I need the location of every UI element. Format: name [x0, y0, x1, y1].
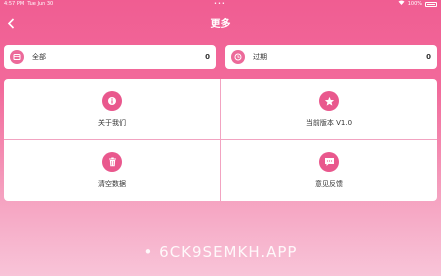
- status-time: 4:57 PM Tue Jun 30: [4, 1, 54, 7]
- trash-icon: [102, 152, 122, 172]
- menu-about-us[interactable]: 关于我们: [4, 79, 220, 140]
- watermark-text: • 6CK9SEMKH.APP: [143, 243, 298, 261]
- menu-grid: 关于我们 当前版本 V1.0 清空数据 意见反馈: [4, 79, 437, 201]
- card-expired-label: 过期: [253, 53, 267, 61]
- card-all-count: 0: [205, 53, 210, 61]
- battery-icon: [425, 1, 437, 7]
- chat-icon: [319, 152, 339, 172]
- menu-clear-data-label: 清空数据: [98, 180, 126, 188]
- card-expired-count: 0: [426, 53, 431, 61]
- card-expired[interactable]: 过期 0: [225, 45, 437, 69]
- clock-icon: [231, 50, 245, 64]
- back-button[interactable]: [4, 12, 18, 34]
- wifi-icon: [398, 0, 405, 8]
- battery-percent: 100%: [407, 1, 422, 7]
- menu-clear-data[interactable]: 清空数据: [4, 140, 220, 201]
- menu-feedback[interactable]: 意见反馈: [221, 140, 437, 201]
- card-all-label: 全部: [32, 53, 46, 61]
- status-right: 100%: [398, 0, 437, 8]
- info-icon: [102, 91, 122, 111]
- star-icon: [319, 91, 339, 111]
- status-dots: •••: [214, 1, 226, 7]
- all-icon: [10, 50, 24, 64]
- status-bar: 4:57 PM Tue Jun 30 ••• 100%: [0, 0, 441, 8]
- page-title: 更多: [210, 19, 231, 30]
- menu-version[interactable]: 当前版本 V1.0: [221, 79, 437, 140]
- chevron-left-icon: [7, 17, 15, 29]
- card-all[interactable]: 全部 0: [4, 45, 216, 69]
- menu-feedback-label: 意见反馈: [315, 180, 343, 188]
- menu-version-label: 当前版本 V1.0: [305, 119, 353, 127]
- nav-bar: 更多: [0, 12, 441, 34]
- menu-about-us-label: 关于我们: [98, 119, 126, 127]
